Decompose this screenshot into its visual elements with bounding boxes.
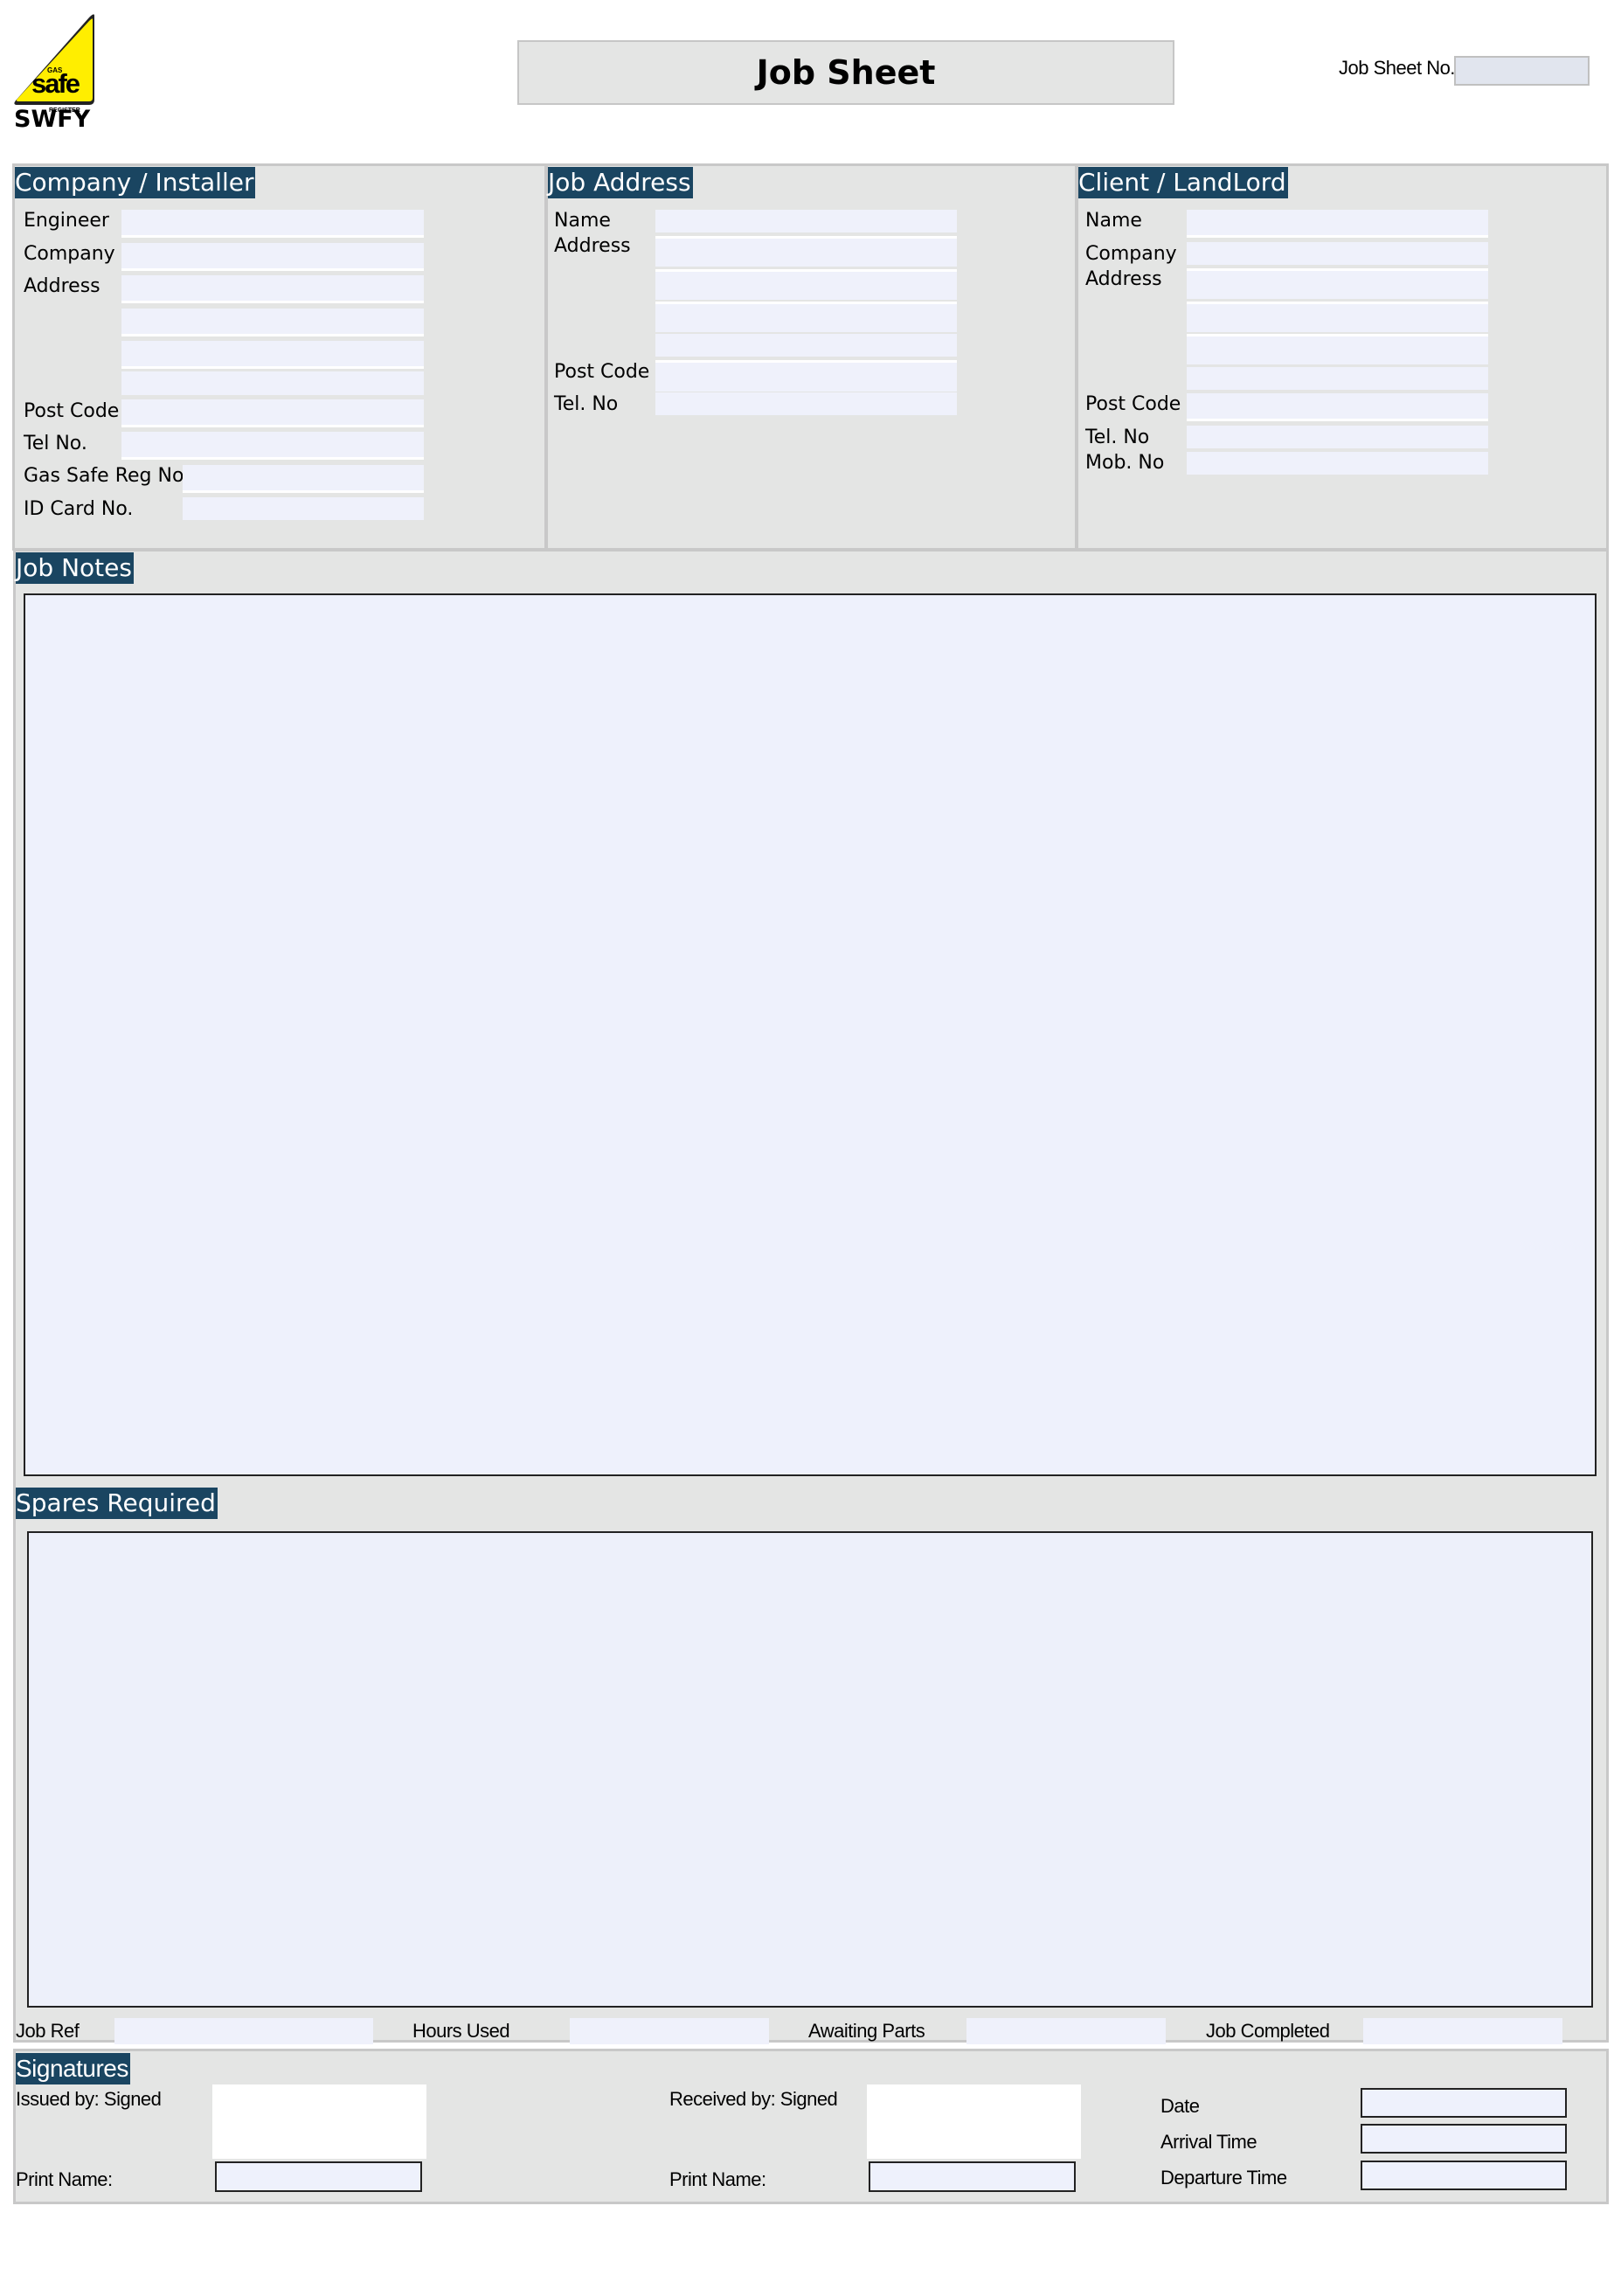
company-field[interactable]: [121, 243, 424, 271]
gas-safe-reg-no-label: Gas Safe Reg No.: [24, 465, 191, 487]
departure-time-field[interactable]: [1361, 2161, 1567, 2190]
departure-time-label: Departure Time: [1160, 2167, 1287, 2188]
hours-used-field[interactable]: [570, 2018, 769, 2044]
job-sheet-no-label: Job Sheet No.: [1339, 57, 1455, 79]
client-address-line-1-field[interactable]: [1187, 268, 1488, 299]
client-address-line-4-field[interactable]: [1187, 367, 1488, 390]
address-label: Address: [24, 275, 100, 297]
arrival-time-field[interactable]: [1361, 2124, 1567, 2154]
issued-by-signature-box[interactable]: [212, 2084, 426, 2159]
job-completed-label: Job Completed: [1206, 2020, 1330, 2042]
address-line-3-field[interactable]: [121, 341, 424, 369]
job-completed-field[interactable]: [1363, 2018, 1562, 2044]
client-landlord-heading: Client / LandLord: [1078, 167, 1288, 198]
received-by-label: Received by: Signed: [669, 2088, 838, 2110]
company-label: Company: [24, 243, 115, 265]
client-address-line-2-field[interactable]: [1187, 302, 1488, 332]
job-post-code-label: Post Code: [554, 361, 650, 383]
logo-safe-text: safe: [31, 68, 80, 99]
id-card-no-label: ID Card No.: [24, 498, 134, 520]
awaiting-parts-label: Awaiting Parts: [808, 2020, 925, 2042]
job-tel-no-label: Tel. No: [554, 393, 619, 415]
hours-used-label: Hours Used: [412, 2020, 510, 2042]
job-sheet-no-field[interactable]: [1454, 56, 1590, 86]
issued-print-name-label: Print Name:: [16, 2168, 113, 2190]
client-name-label: Name: [1085, 210, 1142, 232]
job-ref-label: Job Ref: [16, 2020, 80, 2042]
job-tel-no-field[interactable]: [655, 392, 957, 415]
job-address-label: Address: [554, 235, 631, 257]
arrival-time-label: Arrival Time: [1160, 2131, 1257, 2153]
client-post-code-label: Post Code: [1085, 393, 1181, 415]
address-line-1-field[interactable]: [121, 275, 424, 303]
issued-print-name-field[interactable]: [215, 2161, 422, 2192]
engineer-field[interactable]: [121, 210, 424, 238]
client-post-code-field[interactable]: [1187, 393, 1488, 421]
gas-safe-logo: GAS safe REGISTER: [12, 14, 96, 114]
spares-required-heading: Spares Required: [16, 1488, 218, 1519]
page-title: Job Sheet: [517, 40, 1174, 105]
awaiting-parts-field[interactable]: [966, 2018, 1166, 2044]
job-address-line-1-field[interactable]: [655, 236, 957, 267]
job-name-field[interactable]: [655, 210, 957, 232]
gas-safe-reg-no-field[interactable]: [183, 465, 424, 493]
client-mob-no-field[interactable]: [1187, 452, 1488, 475]
job-ref-field[interactable]: [114, 2018, 373, 2044]
company-code: SWFY: [14, 106, 91, 133]
client-address-label: Address: [1085, 268, 1162, 290]
job-address-line-3-field[interactable]: [655, 302, 957, 332]
job-post-code-field[interactable]: [655, 360, 957, 392]
client-mob-no-label: Mob. No: [1085, 452, 1165, 474]
date-label: Date: [1160, 2095, 1200, 2117]
client-company-field[interactable]: [1187, 242, 1488, 265]
company-installer-heading: Company / Installer: [15, 167, 256, 198]
client-address-line-3-field[interactable]: [1187, 334, 1488, 364]
job-address-line-4-field[interactable]: [655, 334, 957, 357]
client-tel-no-field[interactable]: [1187, 426, 1488, 448]
address-line-4-field[interactable]: [121, 371, 424, 395]
date-field[interactable]: [1361, 2088, 1567, 2118]
id-card-no-field[interactable]: [183, 497, 424, 520]
signatures-heading: Signatures: [16, 2053, 130, 2084]
job-address-line-2-field[interactable]: [655, 269, 957, 300]
spares-required-textarea[interactable]: [27, 1531, 1593, 2008]
job-notes-heading: Job Notes: [16, 552, 134, 584]
client-name-field[interactable]: [1187, 210, 1488, 238]
post-code-field[interactable]: [121, 399, 424, 427]
job-name-label: Name: [554, 210, 611, 232]
post-code-label: Post Code: [24, 400, 120, 422]
received-print-name-field[interactable]: [869, 2161, 1076, 2192]
job-address-heading: Job Address: [548, 167, 693, 198]
received-by-signature-box[interactable]: [867, 2084, 1081, 2159]
tel-no-field[interactable]: [121, 432, 424, 460]
job-notes-textarea[interactable]: [24, 593, 1597, 1476]
engineer-label: Engineer: [24, 210, 109, 232]
client-company-label: Company: [1085, 243, 1177, 265]
tel-no-label: Tel No.: [24, 433, 87, 454]
address-line-2-field[interactable]: [121, 309, 424, 336]
client-tel-no-label: Tel. No: [1085, 427, 1150, 448]
issued-by-label: Issued by: Signed: [16, 2088, 162, 2110]
received-print-name-label: Print Name:: [669, 2168, 766, 2190]
